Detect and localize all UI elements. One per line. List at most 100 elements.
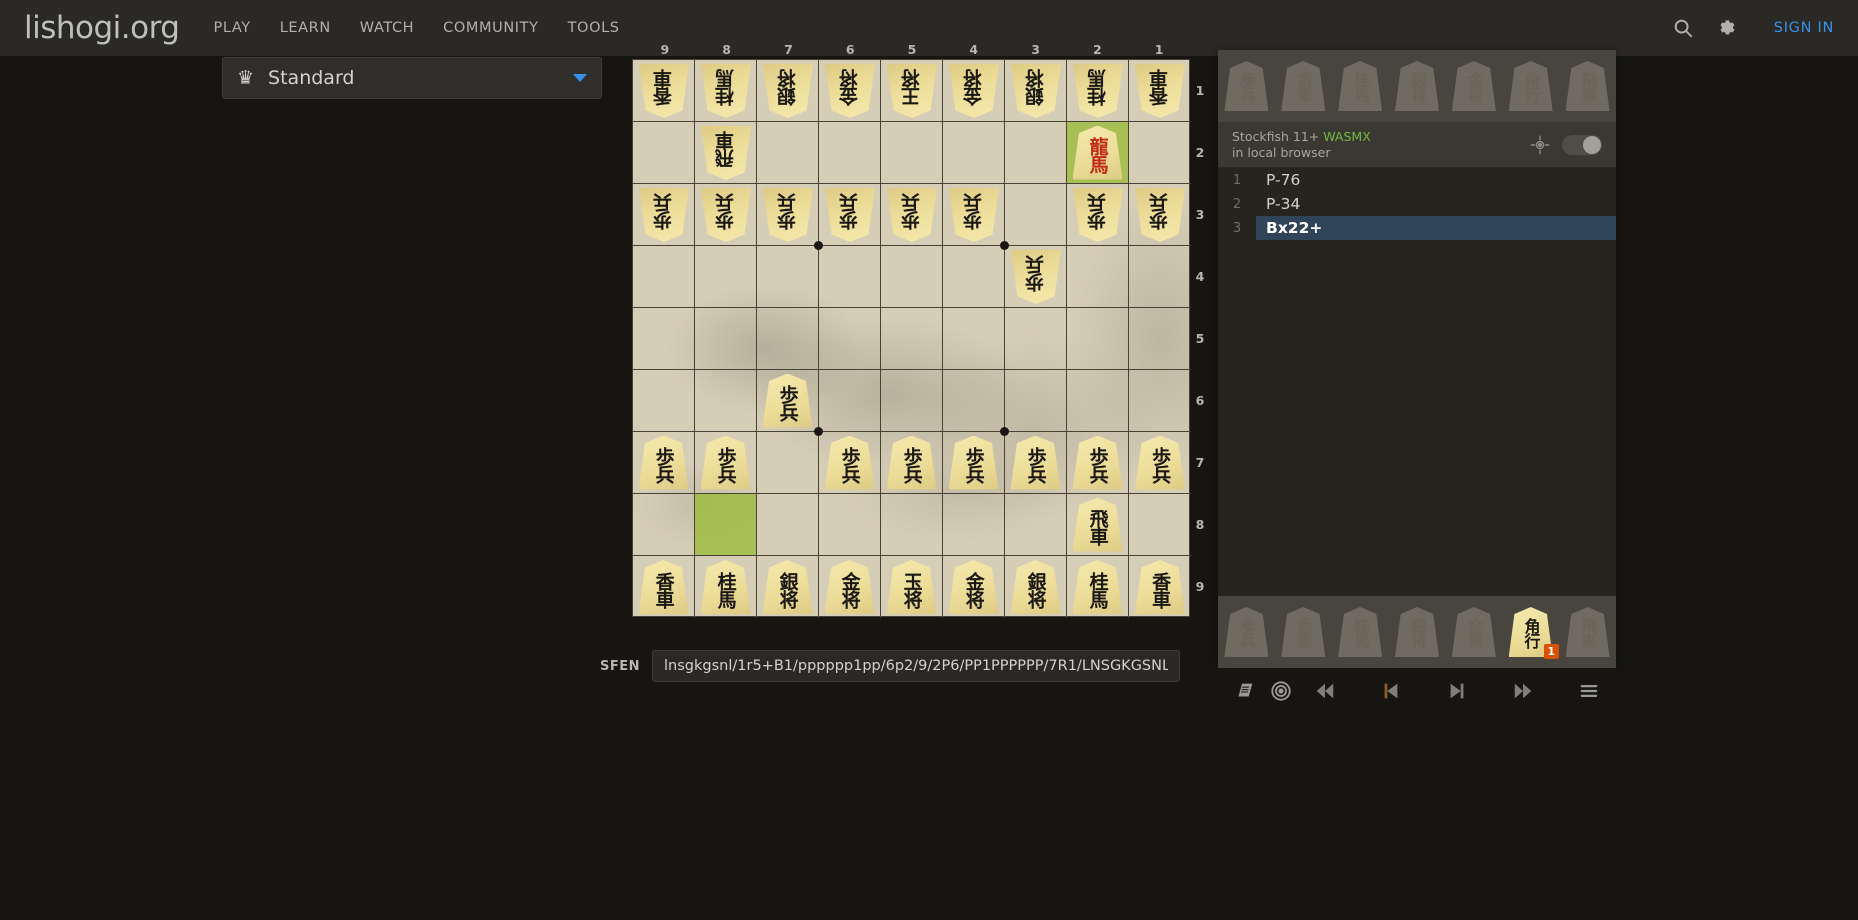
board-square-98[interactable] (633, 494, 695, 556)
board-square-44[interactable] (943, 246, 1005, 308)
crosshair-icon[interactable] (1530, 135, 1550, 155)
gote-hand-金将[interactable]: 金将 (1451, 61, 1496, 111)
board-square-56[interactable] (881, 370, 943, 432)
board-square-72[interactable] (757, 122, 819, 184)
board-square-11[interactable]: 香車 (1129, 60, 1191, 122)
sente-hand-金将[interactable]: 金将 (1451, 607, 1496, 657)
piece-飛車-82[interactable]: 飛車 (701, 126, 751, 180)
tablebase-target-icon[interactable] (1270, 680, 1292, 702)
site-logo[interactable]: lishogi.org (24, 10, 180, 46)
board-square-48[interactable] (943, 494, 1005, 556)
piece-王将-51[interactable]: 王将 (887, 64, 937, 118)
board-square-99[interactable]: 香車 (633, 556, 695, 618)
board-square-12[interactable] (1129, 122, 1191, 184)
board-square-15[interactable] (1129, 308, 1191, 370)
sente-hand-歩兵[interactable]: 歩兵 (1224, 607, 1269, 657)
move-notation[interactable]: P-76 (1256, 168, 1616, 192)
board-square-16[interactable] (1129, 370, 1191, 432)
board-square-75[interactable] (757, 308, 819, 370)
sente-hand-香車[interactable]: 香車 (1281, 607, 1326, 657)
piece-歩兵-83[interactable]: 歩兵 (701, 188, 751, 242)
piece-歩兵-97[interactable]: 歩兵 (638, 435, 689, 490)
move-row[interactable]: 3 Bx22+ (1218, 216, 1616, 240)
board-square-24[interactable] (1067, 246, 1129, 308)
piece-歩兵-27[interactable]: 歩兵 (1072, 435, 1123, 490)
board-square-69[interactable]: 金将 (819, 556, 881, 618)
board-square-58[interactable] (881, 494, 943, 556)
board-square-59[interactable]: 玉将 (881, 556, 943, 618)
board-square-87[interactable]: 歩兵 (695, 432, 757, 494)
board-square-47[interactable]: 歩兵 (943, 432, 1005, 494)
piece-香車-11[interactable]: 香車 (1135, 64, 1185, 118)
engine-toggle[interactable] (1562, 134, 1602, 155)
piece-歩兵-34[interactable]: 歩兵 (1011, 250, 1061, 304)
piece-香車-99[interactable]: 香車 (638, 560, 689, 614)
piece-金将-41[interactable]: 金将 (949, 64, 999, 118)
piece-金将-61[interactable]: 金将 (825, 64, 875, 118)
prev-move-icon[interactable] (1380, 680, 1402, 702)
nav-item-tools[interactable]: TOOLS (568, 20, 620, 36)
board-square-92[interactable] (633, 122, 695, 184)
variant-selector[interactable]: ♛ Standard (222, 57, 602, 99)
gote-hand-飛車[interactable]: 飛車 (1565, 61, 1610, 111)
last-move-icon[interactable] (1512, 680, 1534, 702)
board-square-79[interactable]: 銀将 (757, 556, 819, 618)
board-square-29[interactable]: 桂馬 (1067, 556, 1129, 618)
board-square-84[interactable] (695, 246, 757, 308)
nav-item-community[interactable]: COMMUNITY (443, 20, 538, 36)
board-square-83[interactable]: 歩兵 (695, 184, 757, 246)
board-square-95[interactable] (633, 308, 695, 370)
board-square-27[interactable]: 歩兵 (1067, 432, 1129, 494)
board-square-21[interactable]: 桂馬 (1067, 60, 1129, 122)
board-square-63[interactable]: 歩兵 (819, 184, 881, 246)
piece-桂馬-21[interactable]: 桂馬 (1073, 64, 1123, 118)
board-square-71[interactable]: 銀将 (757, 60, 819, 122)
gote-hand-銀将[interactable]: 銀将 (1394, 61, 1439, 111)
board-square-67[interactable]: 歩兵 (819, 432, 881, 494)
piece-歩兵-87[interactable]: 歩兵 (700, 435, 751, 490)
sfen-input[interactable] (652, 650, 1181, 682)
board-square-54[interactable] (881, 246, 943, 308)
board-square-76[interactable]: 歩兵 (757, 370, 823, 436)
move-row[interactable]: 1 P-76 (1218, 168, 1616, 192)
board-square-52[interactable] (881, 122, 943, 184)
piece-歩兵-17[interactable]: 歩兵 (1135, 435, 1185, 490)
board-square-36[interactable] (1005, 370, 1067, 432)
piece-金将-49[interactable]: 金将 (948, 560, 999, 614)
board-square-81[interactable]: 桂馬 (695, 60, 757, 122)
board-square-19[interactable]: 香車 (1129, 556, 1191, 618)
sente-hand[interactable]: 歩兵 香車 桂馬 銀将 金将 角行 1 飛車 (1218, 596, 1616, 668)
piece-歩兵-13[interactable]: 歩兵 (1135, 188, 1185, 242)
board-square-14[interactable] (1129, 246, 1191, 308)
board-square-35[interactable] (1005, 308, 1067, 370)
piece-銀将-71[interactable]: 銀将 (763, 64, 813, 118)
board-square-43[interactable]: 歩兵 (943, 184, 1009, 250)
piece-歩兵-37[interactable]: 歩兵 (1010, 435, 1061, 490)
menu-icon[interactable] (1578, 680, 1600, 702)
piece-飛車-28[interactable]: 飛車 (1072, 497, 1123, 552)
piece-銀将-39[interactable]: 銀将 (1010, 560, 1061, 614)
board-square-62[interactable] (819, 122, 881, 184)
board-square-82[interactable]: 飛車 (695, 122, 757, 184)
board-square-33[interactable] (1005, 184, 1067, 246)
gote-hand[interactable]: 歩兵 香車 桂馬 銀将 金将 角行 飛車 (1218, 50, 1616, 122)
piece-歩兵-67[interactable]: 歩兵 (824, 435, 875, 490)
piece-歩兵-53[interactable]: 歩兵 (887, 188, 937, 242)
board-square-78[interactable] (757, 494, 819, 556)
piece-龍馬-22[interactable]: 龍馬 (1072, 125, 1123, 180)
board-square-46[interactable] (943, 370, 1009, 436)
nav-item-watch[interactable]: WATCH (360, 20, 414, 36)
board-square-41[interactable]: 金将 (943, 60, 1005, 122)
board-square-34[interactable]: 歩兵 (1005, 246, 1067, 308)
board-square-18[interactable] (1129, 494, 1191, 556)
gote-hand-歩兵[interactable]: 歩兵 (1224, 61, 1269, 111)
next-move-icon[interactable] (1446, 680, 1468, 702)
gote-hand-角行[interactable]: 角行 (1508, 61, 1553, 111)
board-square-91[interactable]: 香車 (633, 60, 695, 122)
gear-icon[interactable] (1716, 17, 1738, 39)
piece-金将-69[interactable]: 金将 (824, 560, 875, 614)
board-square-39[interactable]: 銀将 (1005, 556, 1067, 618)
shogi-board[interactable]: 香車 桂馬 銀将 金将 王将 金将 銀将 桂馬 香車 飛車 龍馬 歩兵 歩兵 歩兵 歩兵 歩兵 歩兵 歩兵 歩兵 歩兵… (632, 59, 1191, 618)
first-move-icon[interactable] (1314, 680, 1336, 702)
move-list[interactable]: 1 P-76 2 P-34 3 Bx22+ (1218, 168, 1616, 596)
